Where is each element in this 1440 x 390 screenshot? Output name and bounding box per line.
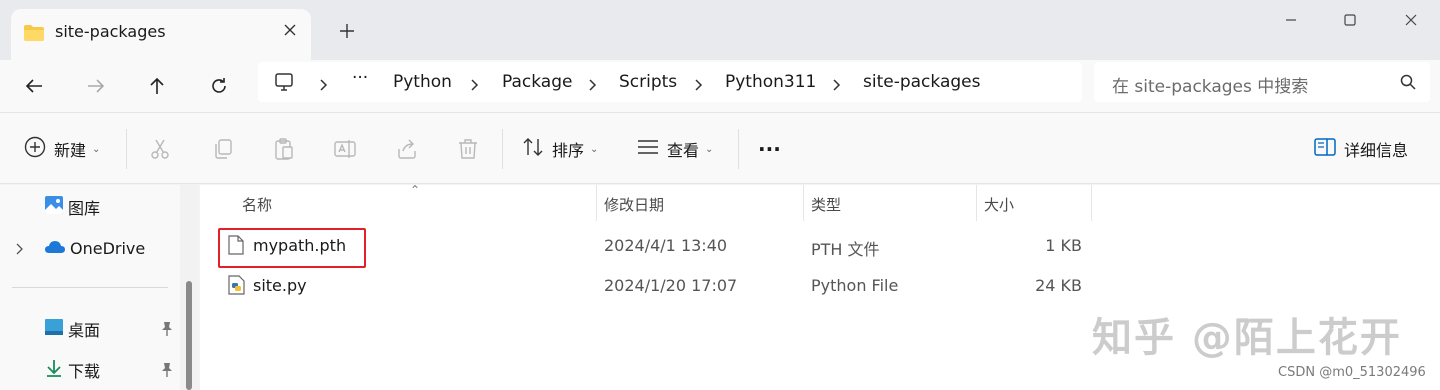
sort-icon bbox=[522, 137, 544, 161]
breadcrumb-package[interactable]: Package bbox=[502, 72, 572, 92]
column-header-modified[interactable]: 修改日期 bbox=[604, 194, 664, 215]
chevron-down-icon: ⌄ bbox=[705, 143, 714, 155]
nav-item-label: 桌面 bbox=[68, 321, 101, 340]
title-bar: site-packages bbox=[0, 0, 1440, 60]
details-button[interactable]: 详细信息 bbox=[1314, 133, 1408, 165]
pin-icon[interactable] bbox=[160, 321, 174, 341]
search-placeholder: 在 site-packages 中搜索 bbox=[1112, 77, 1309, 97]
delete-icon[interactable] bbox=[456, 137, 480, 161]
column-header-type[interactable]: 类型 bbox=[811, 194, 841, 215]
breadcrumb-python[interactable]: Python bbox=[393, 72, 452, 92]
chevron-right-icon[interactable] bbox=[471, 76, 479, 95]
close-icon[interactable] bbox=[279, 19, 301, 41]
minimize-icon[interactable] bbox=[1276, 6, 1306, 34]
sort-ascending-icon: ⌃ bbox=[410, 183, 421, 197]
view-icon bbox=[637, 139, 659, 159]
column-header-name[interactable]: 名称 bbox=[242, 194, 272, 215]
file-size: 1 KB bbox=[1045, 236, 1082, 255]
sort-button[interactable]: 排序 ⌄ bbox=[522, 133, 598, 165]
view-button[interactable]: 查看 ⌄ bbox=[637, 133, 713, 165]
divider bbox=[738, 129, 739, 169]
file-name: site.py bbox=[253, 276, 307, 295]
gallery-icon bbox=[44, 195, 64, 219]
file-modified: 2024/4/1 13:40 bbox=[604, 236, 728, 255]
address-bar[interactable]: ··· Python Package Scripts Python311 sit… bbox=[258, 62, 1082, 102]
divider bbox=[502, 129, 503, 169]
plus-circle-icon bbox=[24, 136, 46, 162]
download-icon bbox=[44, 358, 64, 382]
column-divider[interactable] bbox=[803, 185, 804, 221]
search-icon[interactable] bbox=[1400, 74, 1416, 94]
file-type: PTH 文件 bbox=[811, 240, 880, 259]
cloud-icon bbox=[44, 239, 66, 258]
nav-item-onedrive[interactable]: OneDrive bbox=[44, 236, 145, 260]
breadcrumb-scripts[interactable]: Scripts bbox=[619, 72, 677, 92]
details-pane-icon bbox=[1314, 138, 1336, 160]
pin-icon[interactable] bbox=[160, 362, 174, 382]
back-icon[interactable] bbox=[14, 66, 54, 106]
new-label: 新建 bbox=[54, 141, 87, 160]
file-modified: 2024/1/20 17:07 bbox=[604, 276, 738, 295]
watermark: 知乎 @陌上花开 bbox=[1092, 315, 1402, 361]
details-label: 详细信息 bbox=[1344, 141, 1409, 160]
scrollbar-thumb[interactable] bbox=[186, 281, 192, 390]
view-label: 查看 bbox=[667, 141, 700, 160]
column-header-size[interactable]: 大小 bbox=[984, 194, 1014, 215]
nav-item-label: 图库 bbox=[68, 199, 101, 218]
nav-item-label: 下载 bbox=[68, 362, 101, 381]
nav-item-desktop[interactable]: 桌面 bbox=[44, 317, 100, 341]
python-file-icon bbox=[228, 275, 246, 299]
new-tab-button[interactable] bbox=[332, 16, 362, 46]
more-options-button[interactable]: ··· bbox=[758, 133, 781, 165]
maximize-icon[interactable] bbox=[1335, 6, 1365, 34]
column-divider[interactable] bbox=[976, 185, 977, 221]
cut-icon[interactable] bbox=[148, 137, 172, 161]
column-divider[interactable] bbox=[1091, 185, 1092, 221]
divider bbox=[126, 129, 127, 169]
chevron-right-icon[interactable] bbox=[695, 76, 703, 95]
sort-label: 排序 bbox=[552, 141, 585, 160]
search-input[interactable]: 在 site-packages 中搜索 bbox=[1094, 62, 1430, 102]
divider bbox=[12, 287, 168, 288]
breadcrumb-site-packages[interactable]: site-packages bbox=[863, 72, 980, 92]
chevron-right-icon[interactable] bbox=[320, 76, 328, 95]
folder-icon bbox=[23, 24, 45, 46]
navigation-pane: 图库 OneDrive 桌面 下载 bbox=[0, 185, 198, 390]
chevron-right-icon[interactable] bbox=[16, 240, 24, 259]
breadcrumb-python311[interactable]: Python311 bbox=[725, 72, 816, 92]
desktop-icon bbox=[44, 318, 64, 340]
chevron-right-icon[interactable] bbox=[833, 76, 841, 95]
address-row: ··· Python Package Scripts Python311 sit… bbox=[0, 60, 1440, 112]
paste-icon[interactable] bbox=[272, 137, 296, 161]
up-icon[interactable] bbox=[137, 66, 177, 106]
column-divider[interactable] bbox=[596, 185, 597, 221]
nav-item-label: OneDrive bbox=[70, 238, 146, 258]
tab-site-packages[interactable]: site-packages bbox=[11, 9, 311, 60]
refresh-icon[interactable] bbox=[199, 66, 239, 106]
tab-label: site-packages bbox=[55, 22, 166, 41]
rename-icon[interactable] bbox=[333, 137, 357, 161]
window-close-icon[interactable] bbox=[1396, 6, 1426, 34]
file-list: ⌃ 名称 修改日期 类型 大小 mypath.pth 2024/4/1 13:4… bbox=[200, 183, 1440, 390]
share-icon[interactable] bbox=[395, 137, 419, 161]
credit-text: CSDN @m0_51302496 bbox=[1278, 365, 1426, 380]
new-button[interactable]: 新建 ⌄ bbox=[24, 133, 100, 165]
chevron-down-icon: ⌄ bbox=[92, 143, 101, 155]
highlight-annotation bbox=[218, 228, 366, 268]
monitor-icon[interactable] bbox=[274, 72, 294, 96]
file-type: Python File bbox=[811, 276, 899, 295]
chevron-right-icon[interactable] bbox=[589, 76, 597, 95]
breadcrumb-overflow[interactable]: ··· bbox=[352, 68, 368, 88]
file-size: 24 KB bbox=[1035, 276, 1082, 295]
command-bar: 新建 ⌄ 排序 ⌄ 查看 ⌄ ··· 详细信息 bbox=[0, 112, 1440, 184]
chevron-down-icon: ⌄ bbox=[590, 143, 599, 155]
nav-item-gallery[interactable]: 图库 bbox=[44, 195, 100, 219]
copy-icon[interactable] bbox=[211, 137, 235, 161]
nav-item-downloads[interactable]: 下载 bbox=[44, 358, 100, 382]
forward-icon[interactable] bbox=[76, 66, 116, 106]
table-row[interactable]: mypath.pth 2024/4/1 13:40 PTH 文件 1 KB bbox=[220, 226, 1270, 266]
table-row[interactable]: site.py 2024/1/20 17:07 Python File 24 K… bbox=[220, 266, 1270, 306]
